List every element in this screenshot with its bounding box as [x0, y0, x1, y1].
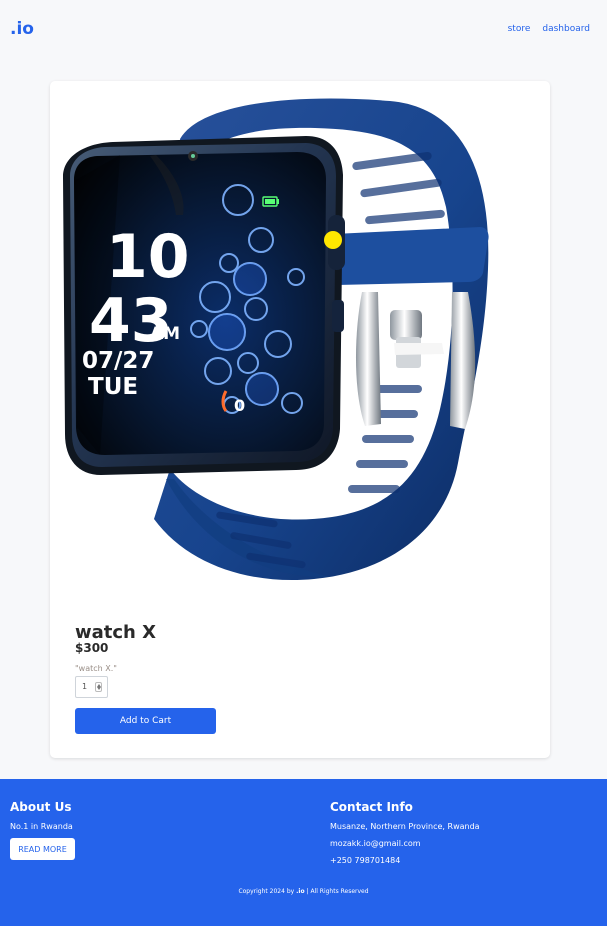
- main-nav: store dashboard: [508, 24, 590, 34]
- site-footer: About Us No.1 in Rwanda READ MORE Contac…: [0, 779, 607, 926]
- product-title: watch X: [75, 622, 157, 644]
- contact-address: Musanze, Northern Province, Rwanda: [330, 822, 480, 831]
- read-more-button[interactable]: READ MORE: [10, 838, 75, 860]
- watch-date: 07/27: [82, 348, 154, 374]
- add-to-cart-button[interactable]: Add to Cart: [75, 708, 216, 734]
- copyright-brand: .io: [296, 888, 305, 895]
- site-logo[interactable]: .io: [10, 19, 34, 39]
- dashboard-link[interactable]: dashboard: [542, 24, 590, 34]
- watch-steps: 0: [234, 396, 245, 415]
- contact-title: Contact Info: [330, 800, 413, 814]
- about-description: No.1 in Rwanda: [10, 822, 73, 831]
- top-navigation: .io store dashboard: [0, 0, 607, 60]
- watch-ampm: AM: [150, 324, 180, 344]
- product-card: 10 43 AM 07/27 TUE 0 watch X $300 "watch…: [50, 81, 550, 758]
- watch-hour: 10: [106, 222, 190, 292]
- smartwatch-product-image: 10 43 AM 07/27 TUE 0: [63, 98, 489, 581]
- quantity-value: 1: [82, 682, 88, 691]
- copyright-prefix: Copyright 2024 by: [238, 888, 295, 895]
- contact-phone[interactable]: +250 798701484: [330, 856, 400, 865]
- copyright-notice: Copyright 2024 by .io | All Rights Reser…: [0, 888, 607, 895]
- quantity-stepper-icon[interactable]: [95, 682, 102, 692]
- product-description: "watch X.": [75, 664, 117, 673]
- quantity-input[interactable]: 1: [75, 676, 108, 698]
- about-title: About Us: [10, 800, 72, 814]
- product-price: $300: [75, 641, 109, 655]
- watch-minute: 43: [89, 286, 173, 356]
- contact-email[interactable]: mozakk.io@gmail.com: [330, 839, 421, 848]
- store-link[interactable]: store: [508, 24, 531, 34]
- copyright-suffix: | All Rights Reserved: [306, 888, 369, 895]
- watch-day: TUE: [88, 374, 138, 400]
